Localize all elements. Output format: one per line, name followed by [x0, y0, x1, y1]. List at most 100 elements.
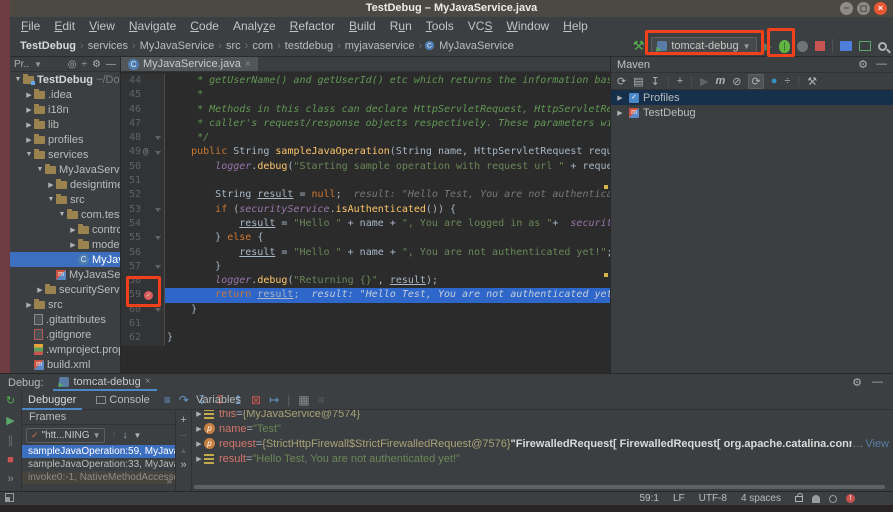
download-sources-icon[interactable]: ↧: [651, 75, 660, 88]
gutter[interactable]: 59✓: [121, 288, 165, 302]
hide-panel-icon[interactable]: —: [872, 376, 883, 389]
frame-row[interactable]: sampleJavaOperation:33, MyJavaService: [22, 458, 175, 471]
view-link[interactable]: View: [863, 438, 893, 450]
gear-icon[interactable]: ⚙: [852, 376, 862, 389]
run-maven-build-icon[interactable]: ▶: [700, 75, 708, 88]
menu-item-code[interactable]: Code: [183, 19, 226, 33]
resume-icon[interactable]: ▶: [6, 414, 14, 427]
hide-panel-icon[interactable]: —: [876, 58, 887, 71]
fold-marker[interactable]: [155, 265, 161, 269]
tree-expand-arrow[interactable]: ▶: [194, 425, 204, 433]
variable-row[interactable]: ▶prequest = {StrictHttpFirewall$StrictFi…: [192, 436, 893, 451]
status-value[interactable]: 59:1: [639, 493, 658, 504]
gutter[interactable]: 51: [121, 174, 165, 188]
fold-marker[interactable]: [155, 236, 161, 240]
close-button[interactable]: ×: [874, 2, 887, 15]
thread-selector[interactable]: ✓ "htt...NING ▼: [26, 428, 105, 443]
tree-expand-arrow[interactable]: ▼: [24, 151, 34, 158]
auto-reload-icon[interactable]: ⟳: [748, 74, 763, 89]
maximize-button[interactable]: ◻: [857, 2, 870, 15]
tree-item[interactable]: ▶profiles: [10, 132, 120, 147]
tree-item[interactable]: ▶i18n: [10, 102, 120, 117]
breadcrumb-item[interactable]: TestDebug: [18, 40, 78, 52]
maven-item-testdebug[interactable]: ▶mTestDebug: [611, 105, 893, 120]
gutter[interactable]: 44: [121, 74, 165, 88]
menu-item-analyze[interactable]: Analyze: [226, 19, 283, 33]
frame-row[interactable]: sampleJavaOperation:59, MyJavaService: [22, 445, 175, 458]
tree-item[interactable]: .wmproject.properties: [10, 342, 120, 357]
gear-icon[interactable]: ⚙: [92, 59, 101, 70]
frame-row[interactable]: invoke0:-1, NativeMethodAccessorImpl: [22, 471, 175, 484]
stop-icon[interactable]: [815, 41, 825, 51]
maven-item-profiles[interactable]: ▶✓Profiles: [611, 90, 893, 105]
tree-expand-arrow[interactable]: ▶: [194, 440, 204, 448]
stop-icon[interactable]: ■: [7, 454, 14, 466]
fold-marker[interactable]: [155, 151, 161, 155]
layout-icon[interactable]: [859, 41, 871, 51]
toolwindow-toggle-icon[interactable]: [5, 493, 14, 502]
tree-item[interactable]: ▶controller: [10, 222, 120, 237]
tree-expand-arrow[interactable]: ▶: [24, 136, 34, 144]
horizontal-scrollbar[interactable]: [194, 485, 885, 489]
breakpoint-icon[interactable]: ✓: [144, 291, 153, 300]
tree-item[interactable]: ▶.idea: [10, 87, 120, 102]
locate-icon[interactable]: ◎: [68, 59, 77, 70]
breadcrumb-item[interactable]: src: [224, 40, 243, 52]
frame-up-icon[interactable]: ↑: [111, 430, 116, 441]
hide-panel-icon[interactable]: —: [106, 59, 116, 70]
minimize-button[interactable]: −: [840, 2, 853, 15]
tree-expand-arrow[interactable]: ▶: [68, 241, 78, 249]
tree-expand-arrow[interactable]: ▼: [35, 166, 45, 173]
tree-item[interactable]: ▼MyJavaService: [10, 162, 120, 177]
lock-icon[interactable]: [795, 496, 803, 502]
add-watch-icon[interactable]: +: [180, 414, 186, 426]
pause-icon[interactable]: ∥: [8, 434, 14, 447]
tree-expand-arrow[interactable]: ▼: [46, 196, 56, 203]
move-up-icon[interactable]: ▲: [180, 446, 188, 455]
gutter[interactable]: 46: [121, 103, 165, 117]
menu-item-vcs[interactable]: VCS: [461, 19, 500, 33]
run-config-combo[interactable]: tomcat-debug ▼: [651, 37, 756, 55]
breadcrumb-item[interactable]: testdebug: [283, 40, 335, 52]
project-structure-icon[interactable]: [840, 41, 852, 51]
code-area[interactable]: 44 * getUserName() and getUserId() etc w…: [121, 74, 610, 373]
breadcrumb-item[interactable]: services: [86, 40, 130, 52]
tree-item[interactable]: CMyJavaService: [10, 252, 120, 267]
fold-marker[interactable]: [155, 208, 161, 212]
gutter[interactable]: 50: [121, 160, 165, 174]
menu-item-run[interactable]: Run: [383, 19, 419, 33]
debug-button-icon[interactable]: [779, 40, 790, 53]
tree-item[interactable]: ▶src: [10, 297, 120, 312]
tree-expand-arrow[interactable]: ▶: [24, 301, 34, 309]
tree-expand-arrow[interactable]: ▶: [46, 181, 56, 189]
breadcrumb-item[interactable]: com: [250, 40, 275, 52]
tab-debugger[interactable]: Debugger: [22, 391, 82, 410]
tree-item[interactable]: mbuild.xml: [10, 357, 120, 372]
tree-expand-arrow[interactable]: ▼: [57, 211, 67, 218]
tree-item[interactable]: ▶securityService: [10, 282, 120, 297]
breadcrumb-item[interactable]: MyJavaService: [138, 40, 217, 52]
menu-item-tools[interactable]: Tools: [419, 19, 461, 33]
close-icon[interactable]: ×: [145, 376, 151, 387]
tree-item[interactable]: ▶model: [10, 237, 120, 252]
remove-watch-icon[interactable]: −: [180, 430, 186, 442]
view-options-icon[interactable]: ≡: [164, 393, 171, 407]
menu-item-navigate[interactable]: Navigate: [122, 19, 183, 33]
tree-item[interactable]: ▼services: [10, 147, 120, 162]
gutter[interactable]: 47: [121, 117, 165, 131]
fold-marker[interactable]: [155, 308, 161, 312]
search-everywhere-icon[interactable]: [878, 42, 887, 51]
menu-item-edit[interactable]: Edit: [47, 19, 82, 33]
tree-item[interactable]: ▶lib: [10, 117, 120, 132]
step-over-icon[interactable]: ↷: [179, 393, 189, 407]
gutter[interactable]: 48: [121, 131, 165, 145]
more-icon[interactable]: »: [7, 473, 13, 485]
change-stripe[interactable]: [604, 273, 608, 277]
tree-expand-arrow[interactable]: ▶: [615, 94, 625, 102]
build-hammer-icon[interactable]: ⚒: [633, 38, 645, 54]
variable-row[interactable]: ▶this = {MyJavaService@7574}: [192, 410, 893, 421]
add-maven-project-icon[interactable]: +: [677, 75, 683, 87]
collapse-all-icon[interactable]: ÷: [82, 59, 88, 70]
breadcrumb-item[interactable]: myjavaservice: [343, 40, 417, 52]
tab-console[interactable]: Console: [90, 391, 155, 410]
